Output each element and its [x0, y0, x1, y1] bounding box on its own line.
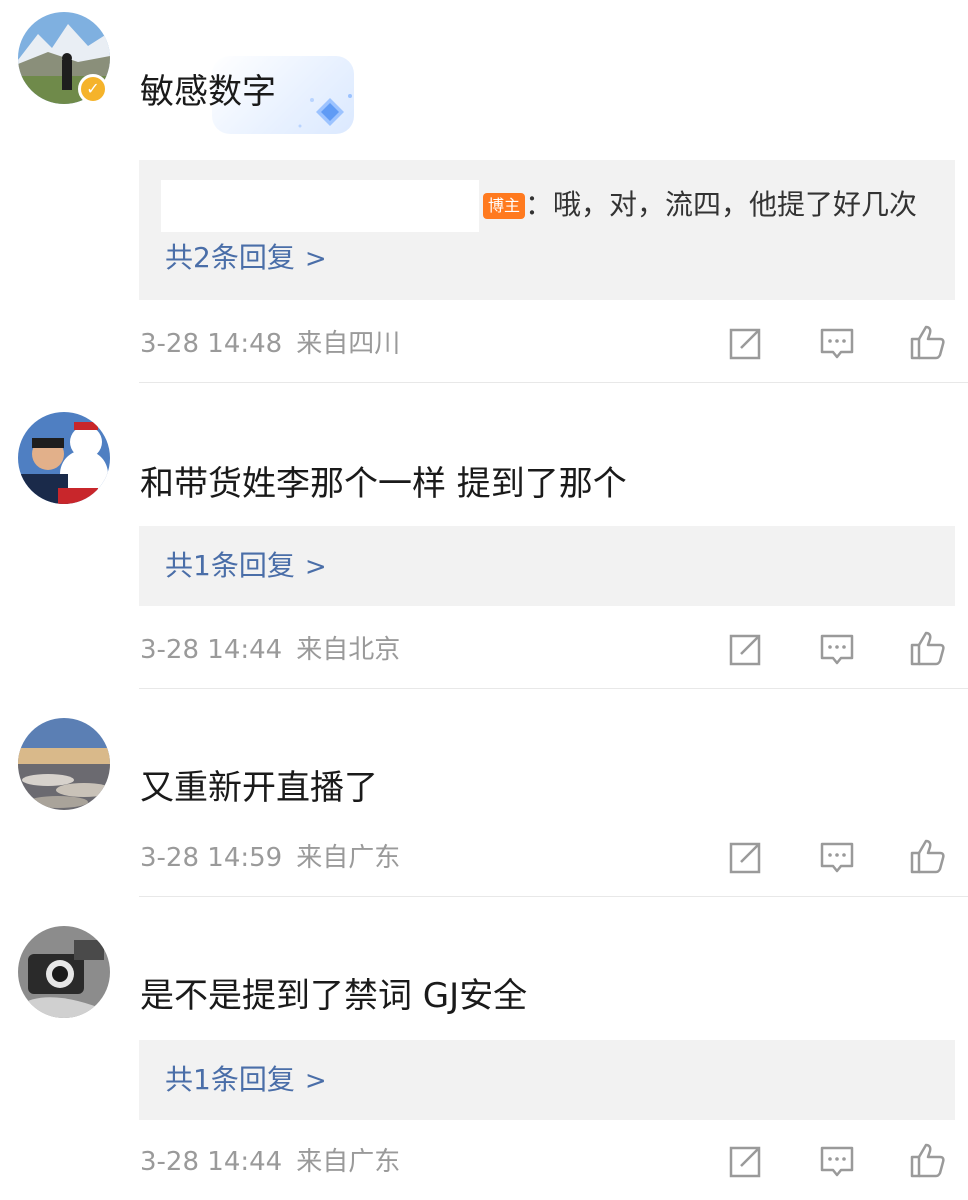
- comment-text: 敏感数字: [140, 72, 276, 112]
- comment-item: 是不是提到了禁词 GJ安全 共1条回复 > 3-28 14:44 来自广东: [0, 898, 968, 1200]
- view-replies-link[interactable]: 共1条回复 >: [165, 1060, 327, 1101]
- comment-meta: 3-28 14:44 来自广东: [140, 1144, 400, 1180]
- comment-meta: 3-28 14:44 来自北京: [140, 632, 400, 668]
- comment-icon[interactable]: [817, 630, 857, 670]
- comment-meta: 3-28 14:59 来自广东: [140, 840, 400, 876]
- reply-box[interactable]: 博主 ：哦，对，流四，他提了好几次 共2条回复 >: [139, 160, 955, 300]
- thumbs-up-icon[interactable]: [908, 628, 948, 668]
- avatar[interactable]: [18, 718, 110, 810]
- divider: [139, 688, 968, 689]
- reply-text: ：哦，对，流四，他提了好几次: [525, 188, 918, 221]
- comment-item: 又重新开直播了 3-28 14:59 来自广东: [0, 690, 968, 898]
- reply-box[interactable]: 共1条回复 >: [139, 526, 955, 606]
- avatar[interactable]: [18, 412, 110, 504]
- blogger-tag: 博主: [483, 193, 526, 219]
- comment-item: 和带货姓李那个一样 提到了那个 共1条回复 > 3-28 14:44 来自北京: [0, 384, 968, 690]
- comment-text: 又重新开直播了: [140, 768, 378, 808]
- view-replies-link[interactable]: 共2条回复 >: [165, 238, 327, 279]
- thumbs-up-icon[interactable]: [908, 322, 948, 362]
- comment-icon[interactable]: [817, 838, 857, 878]
- thumbs-up-icon[interactable]: [908, 1140, 948, 1180]
- comment-text: 和带货姓李那个一样 提到了那个: [140, 464, 627, 504]
- divider: [139, 896, 968, 897]
- comment-location: 来自四川: [296, 329, 401, 359]
- comment-time: 3-28 14:48: [140, 329, 283, 359]
- comment-time: 3-28 14:44: [140, 635, 283, 665]
- avatar[interactable]: [18, 926, 110, 1018]
- share-edit-icon[interactable]: [725, 838, 765, 878]
- chevron-right-icon: >: [304, 1066, 327, 1096]
- view-replies-link[interactable]: 共1条回复 >: [165, 546, 327, 587]
- reply-preview: 博主 ：哦，对，流四，他提了好几次: [161, 180, 918, 232]
- comment-time: 3-28 14:44: [140, 1147, 283, 1177]
- comment-icon[interactable]: [817, 324, 857, 364]
- comment-meta: 3-28 14:48 来自四川: [140, 326, 400, 362]
- thumbs-up-icon[interactable]: [908, 836, 948, 876]
- chevron-right-icon: >: [304, 552, 327, 582]
- divider: [139, 382, 968, 383]
- comment-location: 来自北京: [296, 635, 401, 665]
- comment-item: ✓ 敏感数字 博主 ：哦，对，流四，他提了好几次 共2条回复 > 3-28 14:4…: [0, 0, 968, 384]
- share-edit-icon[interactable]: [725, 630, 765, 670]
- comment-time: 3-28 14:59: [140, 843, 283, 873]
- comment-location: 来自广东: [296, 1147, 401, 1177]
- comment-location: 来自广东: [296, 843, 401, 873]
- reply-box[interactable]: 共1条回复 >: [139, 1040, 955, 1120]
- chevron-right-icon: >: [304, 244, 327, 274]
- comment-icon[interactable]: [817, 1142, 857, 1182]
- redacted-username: [161, 180, 479, 232]
- share-edit-icon[interactable]: [725, 1142, 765, 1182]
- share-edit-icon[interactable]: [725, 324, 765, 364]
- verified-badge-icon: ✓: [78, 74, 108, 104]
- comment-text: 是不是提到了禁词 GJ安全: [140, 976, 528, 1016]
